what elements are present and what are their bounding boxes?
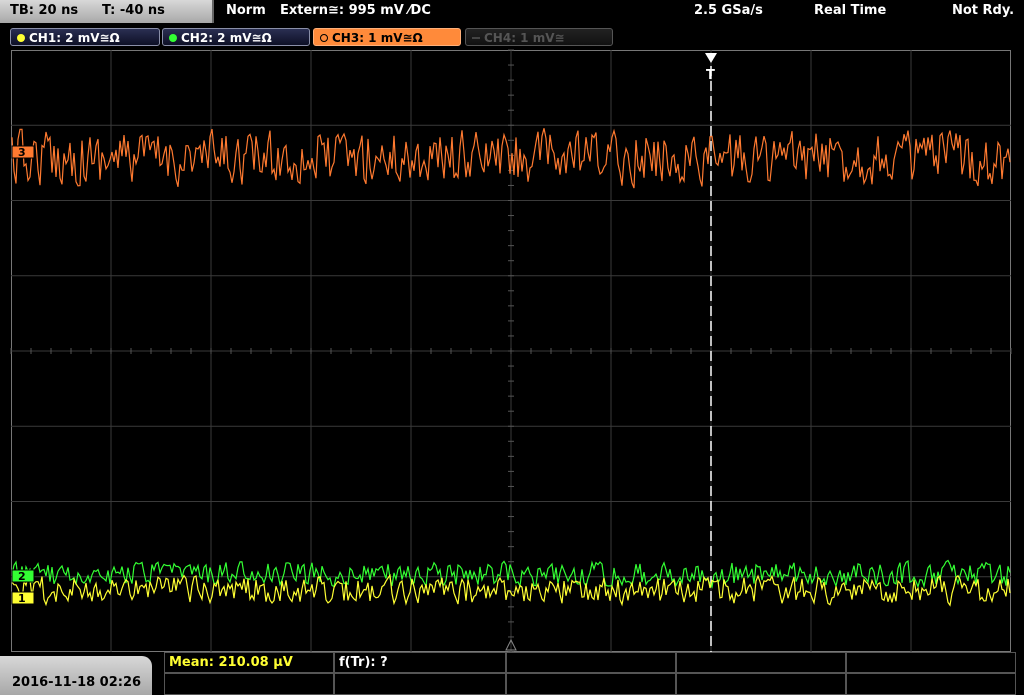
measurement-slot-5[interactable] [846,652,1016,673]
datetime-label: 2016-11-18 02:26 [12,675,142,690]
measurement-bar: 2016-11-18 02:26 Mean: 210.08 µV f(Tr): … [0,652,1024,695]
measurement-slot-8[interactable] [506,673,676,695]
ch2-marker-label: 2 [18,570,26,583]
ch2-level-marker[interactable]: 2 [11,569,35,583]
graticule [10,49,1012,653]
measurement-slot-4[interactable] [676,652,846,673]
measurement-slot-10[interactable] [846,673,1016,695]
measurement-slot-6[interactable] [164,673,334,695]
mean-value: Mean: 210.08 µV [169,655,293,670]
trigger-arrow-icon[interactable] [705,53,717,63]
ch3-marker-label: 3 [18,146,26,159]
measurement-slot-9[interactable] [676,673,846,695]
measurement-slot-7[interactable] [334,673,506,695]
ch1-marker-label: 1 [18,592,26,605]
frequency-value: f(Tr): ? [339,655,388,670]
measurement-frequency[interactable]: f(Tr): ? [334,652,506,673]
ch3-level-marker[interactable]: 3 [11,145,35,159]
ch1-level-marker[interactable]: 1 [11,591,35,605]
measurement-mean[interactable]: Mean: 210.08 µV [164,652,334,673]
waveform-canvas: T 3 2 1 [10,49,1012,653]
measurement-slot-3[interactable] [506,652,676,673]
trigger-marker-label: T [706,68,715,83]
datetime-box: 2016-11-18 02:26 [0,656,152,695]
